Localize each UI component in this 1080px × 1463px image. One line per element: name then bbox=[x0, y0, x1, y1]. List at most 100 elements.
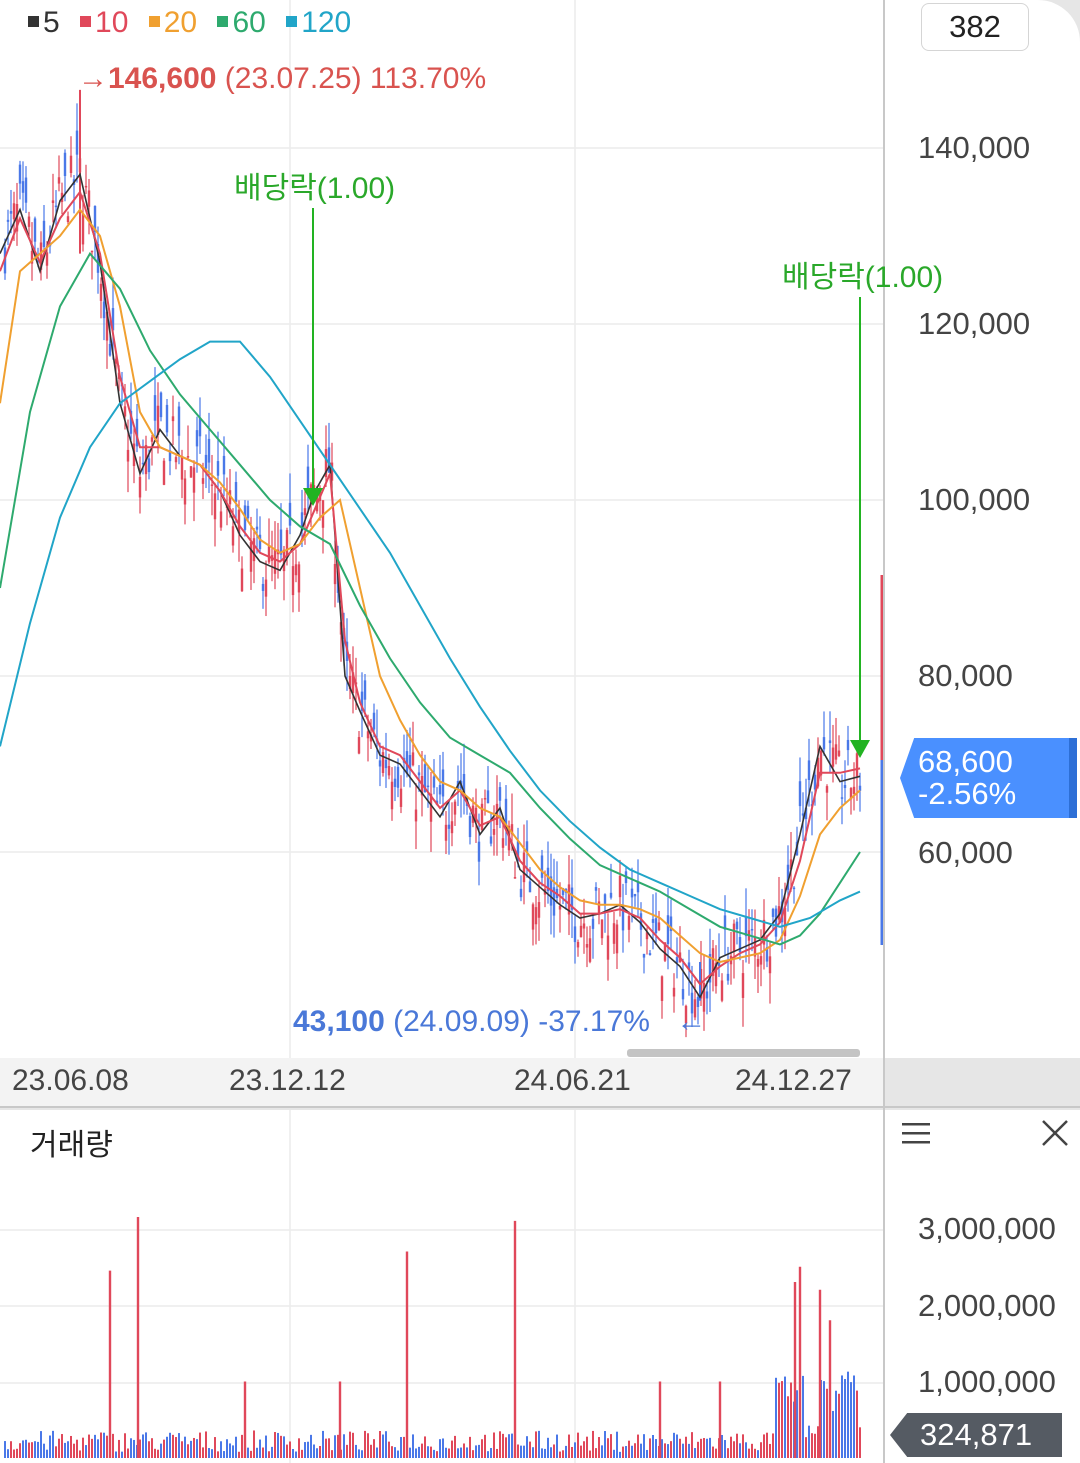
candle-body bbox=[138, 476, 142, 498]
candle-body bbox=[210, 484, 214, 486]
candle-body bbox=[528, 881, 532, 893]
y-tick-100000: 100,000 bbox=[918, 482, 1031, 517]
legend-label-10: 10 bbox=[95, 6, 129, 39]
candle-body bbox=[771, 908, 775, 917]
low-date: (24.09.09) bbox=[393, 1005, 530, 1038]
candle-body bbox=[162, 460, 166, 485]
candle-body bbox=[756, 958, 760, 967]
candle-body bbox=[252, 538, 256, 562]
dividend-marker-2 bbox=[850, 740, 870, 758]
price-tag-tail bbox=[1069, 738, 1077, 818]
candle-body bbox=[477, 841, 481, 862]
candle-body bbox=[387, 765, 391, 776]
candle-body bbox=[186, 456, 190, 458]
candle-body bbox=[489, 836, 493, 844]
vol-tick-2m: 2,000,000 bbox=[918, 1288, 1056, 1323]
legend-swatch-5 bbox=[28, 15, 39, 27]
chart-stage: 5 10 20 60 120 382 →146,600 (23.07.25) 1… bbox=[0, 0, 1080, 1463]
candle-body bbox=[75, 130, 79, 155]
candle-body bbox=[807, 760, 811, 780]
candle-body bbox=[831, 747, 835, 767]
candle-body bbox=[582, 923, 586, 929]
candle-body bbox=[183, 478, 187, 505]
y-tick-60000: 60,000 bbox=[918, 835, 1013, 870]
high-pct: 113.70% bbox=[369, 62, 487, 95]
high-arrow-icon: → bbox=[78, 62, 108, 95]
high-annotation: →146,600 (23.07.25) 113.70% bbox=[78, 62, 486, 96]
candle-body bbox=[63, 152, 67, 177]
candle-body bbox=[438, 785, 442, 795]
low-pct: -37.17% bbox=[538, 1005, 650, 1038]
candle-body bbox=[774, 908, 778, 937]
candle-body bbox=[720, 980, 724, 1001]
candle-body bbox=[792, 887, 796, 890]
candle-body bbox=[819, 750, 823, 776]
dividend-label-2: 배당락(1.00) bbox=[782, 261, 944, 294]
candle-body bbox=[213, 493, 217, 520]
low-value: 43,100 bbox=[293, 1005, 385, 1038]
legend-swatch-60 bbox=[217, 15, 229, 27]
top-value-box[interactable]: 382 bbox=[921, 3, 1029, 51]
dividend-label-1: 배당락(1.00) bbox=[234, 172, 396, 205]
ma-line-5 bbox=[0, 172, 861, 999]
x-tick-1: 23.06.08 bbox=[12, 1064, 129, 1097]
candle-body bbox=[573, 926, 577, 943]
axis-divider-vertical bbox=[883, 0, 885, 1463]
candle-body bbox=[261, 583, 265, 591]
candle-body bbox=[195, 430, 199, 447]
candle-body bbox=[204, 454, 208, 469]
candle-body bbox=[654, 918, 658, 934]
legend-item-60: 60 bbox=[217, 6, 266, 39]
legend-item-5: 5 bbox=[28, 6, 60, 39]
candle-body bbox=[51, 200, 55, 203]
candle-body bbox=[705, 991, 709, 999]
candle-body bbox=[444, 824, 448, 841]
candle-body bbox=[519, 888, 523, 898]
candle-body bbox=[741, 973, 745, 998]
close-icon[interactable] bbox=[1040, 1118, 1070, 1148]
candle-body bbox=[165, 404, 169, 433]
candle-body bbox=[24, 177, 28, 203]
menu-icon[interactable] bbox=[902, 1122, 930, 1144]
candle-body bbox=[636, 882, 640, 893]
candle-body bbox=[6, 219, 10, 222]
candle-body bbox=[18, 164, 22, 184]
candle-body bbox=[207, 438, 211, 463]
candle-body bbox=[102, 301, 106, 319]
candle-body bbox=[174, 457, 178, 463]
legend-item-10: 10 bbox=[80, 6, 128, 39]
candle-body bbox=[846, 739, 850, 751]
volume-value-tag: 324,871 bbox=[890, 1413, 1062, 1457]
legend-label-60: 60 bbox=[232, 6, 266, 39]
candle-body bbox=[240, 568, 244, 592]
candle-body bbox=[609, 892, 613, 898]
candle-body bbox=[447, 824, 451, 829]
panel-divider bbox=[0, 1106, 1080, 1108]
candle-body bbox=[828, 740, 832, 744]
candle-body bbox=[396, 766, 400, 788]
candle-body bbox=[150, 437, 154, 442]
candle-body bbox=[594, 887, 598, 891]
candle-body bbox=[393, 778, 397, 787]
candle-body bbox=[843, 784, 847, 789]
candle-body bbox=[750, 928, 754, 931]
candle-body bbox=[153, 395, 157, 421]
candle-body bbox=[171, 416, 175, 422]
volume-title: 거래량 bbox=[30, 1129, 113, 1162]
candle-body bbox=[126, 449, 130, 462]
candle-body bbox=[822, 737, 826, 750]
vol-tick-3m: 3,000,000 bbox=[918, 1211, 1056, 1246]
chart-scrollbar[interactable] bbox=[627, 1049, 860, 1057]
candle-body bbox=[579, 925, 583, 938]
candle-body bbox=[657, 922, 661, 931]
candle-body bbox=[468, 816, 472, 838]
candle-body bbox=[417, 772, 421, 776]
legend-swatch-20 bbox=[148, 15, 160, 27]
candle-body bbox=[660, 976, 664, 1001]
candle-body bbox=[267, 546, 271, 563]
y-tick-120000: 120,000 bbox=[918, 306, 1031, 341]
y-tick-140000: 140,000 bbox=[918, 130, 1031, 165]
candle-body bbox=[27, 216, 31, 227]
high-date: (23.07.25) bbox=[224, 62, 362, 95]
candle-body bbox=[255, 526, 259, 530]
